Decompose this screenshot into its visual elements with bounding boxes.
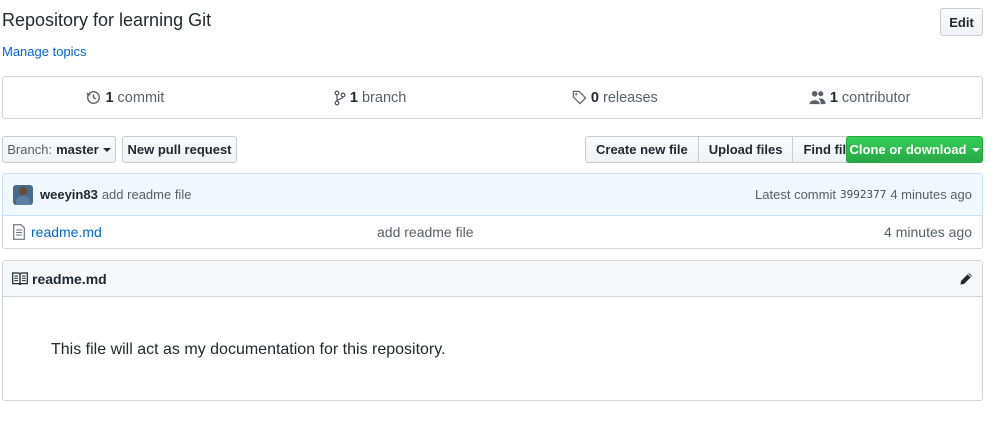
git-branch-icon (334, 90, 346, 105)
commits-label: commit (117, 89, 165, 106)
file-actions-group: Create new file Upload files Find file (585, 136, 865, 163)
avatar[interactable] (13, 184, 33, 205)
commits-count-link[interactable]: 1 commit (3, 77, 248, 118)
repo-description-row: Repository for learning Git Manage topic… (2, 0, 983, 70)
branch-name: master (56, 142, 99, 157)
releases-label: releases (603, 89, 658, 106)
branches-label: branch (361, 89, 407, 106)
commits-count: 1 (105, 89, 114, 106)
branch-prefix: Branch: (7, 142, 53, 157)
pencil-icon[interactable] (959, 272, 973, 286)
branch-select-button[interactable]: Branch: master (2, 136, 116, 163)
commit-sha[interactable]: 3992377 (840, 188, 886, 201)
people-icon (809, 90, 826, 105)
history-icon (86, 91, 101, 104)
dropdown-caret-icon (102, 147, 111, 152)
latest-commit-prefix: Latest commit (755, 187, 836, 202)
latest-commit-bar: weeyin83 add readme file Latest commit 3… (2, 173, 983, 216)
clone-or-download-label: Clone or download (849, 142, 967, 157)
edit-description-button[interactable]: Edit (940, 8, 983, 36)
tag-icon (572, 90, 587, 105)
contributors-label: contributor (841, 89, 911, 106)
readme-header: readme.md (3, 261, 982, 297)
branches-count-link[interactable]: 1 branch (248, 77, 493, 118)
table-row: readme.md add readme file 4 minutes ago (2, 216, 983, 249)
dropdown-caret-icon (971, 147, 980, 152)
commit-meta: Latest commit 3992377 4 minutes ago (755, 187, 972, 202)
upload-files-button[interactable]: Upload files (697, 137, 793, 162)
readme-title: readme.md (32, 270, 107, 287)
contributors-count: 1 (829, 89, 838, 106)
commit-author[interactable]: weeyin83 (40, 187, 98, 202)
numbers-summary: 1 commit 1 branch 0 releases 1 contribut… (2, 76, 983, 119)
readme-panel: readme.md This file will act as my docum… (2, 260, 983, 401)
create-new-file-button[interactable]: Create new file (586, 137, 698, 162)
book-icon (12, 271, 28, 285)
file-navigation: Branch: master New pull request Create n… (2, 136, 983, 163)
releases-count: 0 (590, 89, 599, 106)
repo-description: Repository for learning Git (2, 10, 212, 30)
new-pull-request-button[interactable]: New pull request (122, 136, 237, 163)
clone-or-download-button[interactable]: Clone or download (846, 136, 983, 163)
file-age: 4 minutes ago (884, 224, 972, 240)
commit-message[interactable]: add readme file (102, 187, 192, 202)
branches-count: 1 (349, 89, 358, 106)
readme-body: This file will act as my documentation f… (51, 341, 446, 358)
file-text-icon (13, 224, 25, 240)
commit-age: 4 minutes ago (890, 187, 972, 202)
file-name-link[interactable]: readme.md (31, 224, 102, 240)
manage-topics-link[interactable]: Manage topics (2, 44, 87, 59)
contributors-count-link[interactable]: 1 contributor (737, 77, 982, 118)
file-commit-message[interactable]: add readme file (377, 224, 474, 240)
releases-count-link[interactable]: 0 releases (493, 77, 738, 118)
